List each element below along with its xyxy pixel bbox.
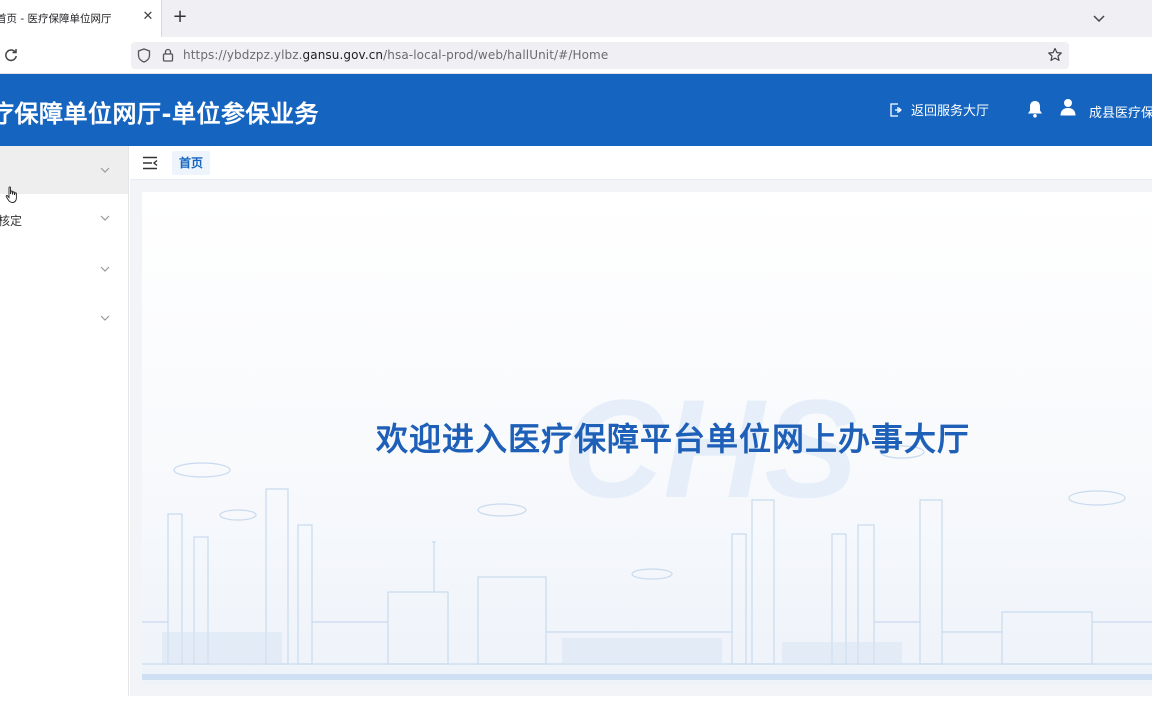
- chevron-down-icon: [100, 215, 110, 221]
- url-text[interactable]: https://ybdzpz.ylbz.gansu.gov.cn/hsa-loc…: [183, 48, 608, 62]
- hand-cursor-icon: [5, 186, 17, 203]
- sidebar-item-4[interactable]: [0, 294, 128, 342]
- sidebar-item-3[interactable]: [0, 245, 128, 293]
- url-prefix: https://ybdzpz.ylbz.: [183, 48, 303, 62]
- tab-close-icon[interactable]: ✕: [141, 10, 155, 24]
- shield-icon[interactable]: [137, 48, 151, 63]
- tab-home[interactable]: 首页: [172, 151, 211, 175]
- welcome-message: 欢迎进入医疗保障平台单位网上办事大厅: [376, 420, 971, 458]
- chevron-down-icon[interactable]: [1090, 9, 1108, 27]
- page-title: 疗保障单位网厅-单位参保业务: [0, 100, 319, 128]
- panel-bottom-strip: [142, 674, 1152, 680]
- bookmark-star-icon[interactable]: [1047, 47, 1063, 63]
- breadcrumb: 首页: [130, 146, 1152, 180]
- app-header: 疗保障单位网厅-单位参保业务 返回服务大厅 成县医疗保障: [0, 74, 1152, 146]
- chevron-down-icon: [100, 315, 110, 321]
- url-path: /hsa-local-prod/web/hallUnit/#/Home: [383, 48, 609, 62]
- new-tab-icon[interactable]: +: [171, 8, 189, 26]
- back-link-label: 返回服务大厅: [911, 104, 990, 119]
- url-bar[interactable]: https://ybdzpz.ylbz.gansu.gov.cn/hsa-loc…: [131, 42, 1069, 69]
- browser-tab-bar: 首页 - 医疗保障单位网厅 ✕ +: [0, 0, 1152, 37]
- user-icon[interactable]: [1059, 98, 1077, 116]
- sidebar-item-2[interactable]: 核定: [0, 196, 128, 244]
- sidebar-item-1[interactable]: [0, 146, 128, 194]
- reload-icon[interactable]: [3, 47, 19, 63]
- browser-tab[interactable]: 首页 - 医疗保障单位网厅 ✕: [0, 0, 162, 37]
- menu-toggle-icon[interactable]: [142, 156, 158, 170]
- sidebar-item-label: 核定: [0, 214, 23, 228]
- chevron-down-icon: [100, 266, 110, 272]
- url-host: gansu.gov.cn: [302, 48, 384, 62]
- lock-icon[interactable]: [162, 48, 174, 62]
- sidebar: 核定: [0, 146, 129, 696]
- exit-icon: [890, 102, 902, 117]
- main-content: CHS 欢迎进入医疗保障平台单位网上办事大厅: [130, 180, 1152, 696]
- welcome-panel: CHS 欢迎进入医疗保障平台单位网上办事大厅: [142, 192, 1152, 684]
- tab-title: 首页 - 医疗保障单位网厅: [0, 13, 112, 25]
- back-to-hall-link[interactable]: 返回服务大厅: [889, 100, 989, 119]
- browser-nav-bar: https://ybdzpz.ylbz.gansu.gov.cn/hsa-loc…: [0, 37, 1152, 74]
- bell-icon[interactable]: [1025, 99, 1045, 119]
- user-name[interactable]: 成县医疗保障: [1089, 102, 1152, 121]
- chevron-down-icon: [100, 167, 110, 173]
